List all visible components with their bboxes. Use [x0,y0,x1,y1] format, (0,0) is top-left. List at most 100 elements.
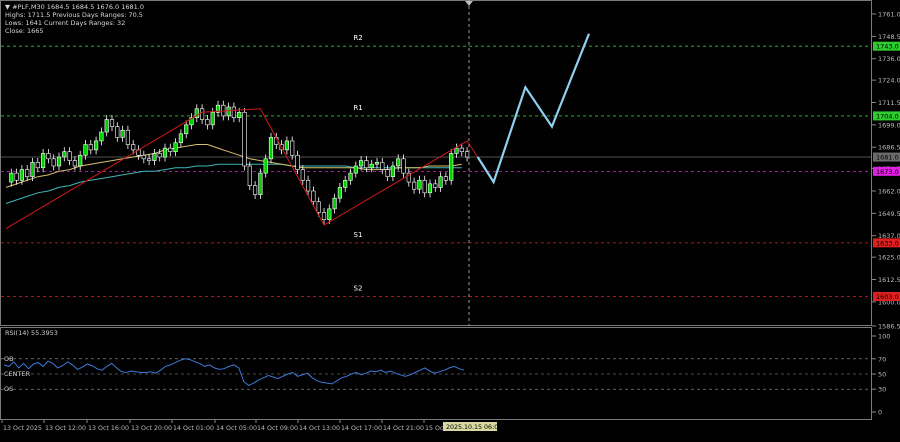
candle-body [321,212,327,220]
level-name-r2: R2 [353,34,362,42]
candle-body [422,179,427,194]
candle-body [295,154,300,170]
shift-marker-icon[interactable] [465,1,473,6]
candle-body [46,153,51,160]
candle-body [25,169,30,178]
candle-body [231,106,237,119]
price-tick-label: 1724.0 [878,77,900,85]
candle-body [30,162,35,178]
time-tick-label: 14 Oct 09:00 [257,425,298,432]
level-lines: R2 R1 S1 S2 [1,34,872,297]
rsi-axis-label: 50 [878,371,886,379]
candle-body [173,142,178,152]
candle-body [141,154,146,160]
candle-body [316,201,321,213]
time-tick-label: 14 Oct 05:00 [216,425,257,432]
level-name-r1: R1 [353,104,362,112]
candle-body [417,179,422,190]
candle-body [433,183,438,188]
candle-body [343,179,348,188]
rsi-panel-border [0,327,872,420]
price-tick-label: 1662.0 [878,188,900,196]
candle-body [348,172,353,181]
candle-body [35,162,40,169]
candle-body [311,190,316,203]
rsi-axis-label: 0 [878,409,882,417]
price-tick-label: 1699.0 [878,121,900,129]
candle-body [88,144,93,151]
candle-body [284,140,290,151]
price-tick-label: 1625.0 [878,254,900,262]
time-tick-label: 14 Oct 01:00 [173,425,214,432]
candle-body [147,158,152,161]
rsi-indicator: RSI(14) 55.3953 OB CENTER OS 100 70 50 30 0 [1,329,890,417]
price-tick-label: 1686.5 [878,144,900,152]
candle-body [200,108,205,120]
candle-body [263,158,268,174]
candle-body [327,208,332,220]
current-time-label: 2025.10.15 06:00 [446,424,502,431]
candle-body [115,126,120,138]
rsi-center-label: CENTER [4,370,31,378]
header-line-4: Close: 1665 [5,27,44,35]
trading-chart: R2 R1 S1 S2 1761.0 1748.5 1736.0 1724.0 1711.5 1… [0,0,900,438]
chart-canvas: R2 R1 S1 S2 1761.0 1748.5 1736.0 1724.0 1711.5 1… [0,0,900,432]
candles [9,100,470,225]
price-tick-label: 1711.5 [878,99,900,107]
candle-body [120,129,125,138]
level-name-s1: S1 [354,231,363,239]
forecast-line [476,33,591,185]
candle-body [385,169,390,178]
price-tick-label: 1586.5 [878,323,900,331]
candle-body [56,156,62,167]
candle-body [83,144,88,156]
candle-body [364,160,369,169]
level-price-label: 1673.0 [876,168,899,176]
level-price-label: 1704.0 [876,112,899,120]
level-price-label: 1743.0 [876,43,899,51]
candle-body [268,137,274,160]
level-price-label: 1681.0 [876,154,899,162]
candle-body [184,124,189,135]
candle-body [168,147,173,152]
candle-body [162,147,168,158]
candle-body [380,162,385,170]
candle-body [396,158,401,167]
candle-body [72,160,77,167]
candle-body [152,153,157,161]
header-line-2: Highs: 1711.5 Previous Days Ranges: 70.5 [5,11,143,19]
candle-body [258,172,263,195]
time-tick-label: 13 Oct 20:00 [131,425,172,432]
candle-body [9,172,14,183]
candle-body [131,144,136,151]
candle-body [449,153,454,181]
rsi-axis-label: 100 [878,333,890,341]
candle-body [67,151,72,161]
header-line-1: ▼ #PLF,M30 1684.5 1684.5 1676.0 1681.0 [5,3,144,11]
candle-body [51,158,56,167]
candle-body [332,197,337,210]
time-tick-label: 13 Oct 16:00 [88,425,129,432]
candle-body [109,119,115,127]
candle-body [99,131,104,142]
time-tick-label: 13 Oct 2025 [3,425,42,432]
candle-body [125,129,130,145]
candle-body [290,140,295,156]
candle-body [205,119,210,126]
level-name-s2: S2 [354,284,363,292]
candle-body [78,154,83,167]
zigzag [5,108,479,230]
price-tick-label: 1612.5 [878,276,900,284]
candle-body [353,165,358,174]
zigzag-line [5,108,479,230]
candle-body [19,169,25,181]
time-tick-label: 14 Oct 13:00 [299,425,340,432]
candle-body [157,153,162,158]
candle-body [411,181,417,190]
candle-body [454,147,459,154]
time-tick-label: 13 Oct 12:00 [45,425,86,432]
candle-body [253,185,258,195]
candle-body [427,183,433,194]
rsi-title: RSI(14) 55.3953 [5,329,58,337]
candle-body [443,176,449,181]
